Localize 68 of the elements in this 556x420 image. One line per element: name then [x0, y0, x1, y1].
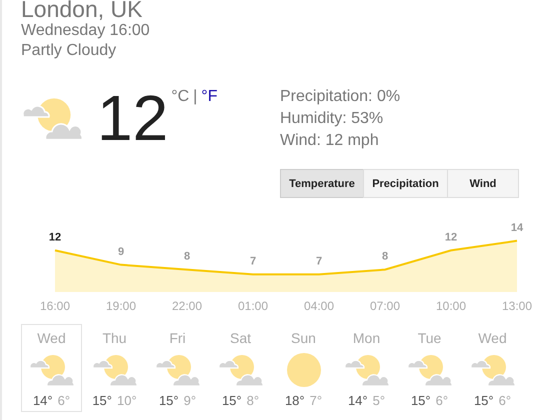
detail-text: Humidity: 53%	[280, 109, 384, 129]
unit-separator: |	[193, 88, 198, 106]
low-temperature: 10°	[117, 393, 137, 408]
high-temperature: 15°	[410, 393, 431, 408]
day-forecast[interactable]: Fri 15° 9°	[147, 324, 208, 412]
day-forecast[interactable]: Mon 14° 5°	[336, 324, 397, 412]
time-tick: 19:00	[106, 299, 136, 313]
tab[interactable]: Precipitation	[363, 169, 448, 198]
tab[interactable]: Temperature	[280, 169, 364, 198]
partly-cloudy-icon	[470, 352, 516, 388]
time-tick: 16:00	[40, 299, 70, 313]
date-time: Wednesday 16:00	[21, 21, 151, 41]
partly-cloudy-icon	[344, 352, 390, 388]
partly-cloudy-icon	[406, 352, 452, 388]
detail-text: Wind: 12 mph	[280, 131, 380, 151]
time-tick: 01:00	[238, 299, 268, 313]
time-tick: 22:00	[172, 299, 202, 313]
partly-cloudy-icon	[154, 352, 200, 388]
data-label: 14	[510, 222, 524, 234]
day-forecast[interactable]: Wed 15° 6°	[462, 324, 523, 412]
day-name: Wed	[37, 330, 66, 346]
day-forecast[interactable]: Thu 15° 10°	[84, 324, 145, 412]
day-name: Thu	[102, 330, 127, 346]
condition-text: Partly Cloudy	[21, 41, 118, 61]
time-tick: 04:00	[304, 299, 334, 313]
time-tick: 07:00	[370, 299, 400, 313]
day-forecast[interactable]: Wed 14° 6°	[21, 324, 82, 412]
data-label: 9	[118, 246, 124, 258]
day-name: Fri	[169, 330, 186, 346]
unit-label: °C	[171, 88, 190, 106]
tab[interactable]: Wind	[447, 169, 519, 198]
high-temperature: 15°	[158, 393, 179, 408]
day-name: Sun	[291, 330, 316, 346]
partly-cloudy-icon	[28, 352, 74, 388]
time-tick: 10:00	[436, 299, 466, 313]
day-name: Tue	[418, 330, 442, 346]
low-temperature: 8°	[246, 393, 260, 408]
day-forecast[interactable]: Tue 15° 6°	[399, 324, 460, 412]
location-title: London, UK	[21, 0, 144, 21]
low-temperature: 9°	[184, 393, 196, 408]
high-temperature: 18°	[284, 393, 305, 408]
data-label: 8	[382, 250, 388, 263]
low-temperature: 7°	[310, 393, 322, 408]
low-temperature: 6°	[58, 393, 70, 408]
day-name: Sat	[230, 330, 251, 346]
temperature-reading: 12	[97, 86, 168, 150]
data-label: 7	[316, 255, 322, 268]
day-forecast[interactable]: Sat 15° 8°	[210, 324, 271, 412]
day-forecast[interactable]: Sun 18° 7°	[273, 324, 334, 412]
low-temperature: 6°	[436, 393, 448, 408]
high-temperature: 14°	[348, 393, 368, 408]
data-label: 12	[48, 231, 62, 244]
low-temperature: 6°	[498, 393, 512, 408]
data-label: 8	[184, 250, 190, 263]
partly-cloudy-icon	[218, 352, 264, 388]
high-temperature: 15°	[222, 393, 242, 408]
time-tick: 13:00	[502, 299, 532, 313]
detail-text: Precipitation: 0%	[280, 87, 402, 107]
unit-link[interactable]: °F	[201, 88, 218, 106]
data-label: 12	[444, 231, 458, 244]
high-temperature: 14°	[32, 393, 53, 408]
day-name: Mon	[352, 330, 380, 346]
high-temperature: 15°	[474, 393, 494, 408]
partly-cloudy-icon	[92, 352, 138, 388]
data-label: 7	[250, 255, 256, 268]
high-temperature: 15°	[92, 393, 112, 408]
day-name: Wed	[478, 330, 507, 346]
low-temperature: 5°	[372, 393, 386, 408]
